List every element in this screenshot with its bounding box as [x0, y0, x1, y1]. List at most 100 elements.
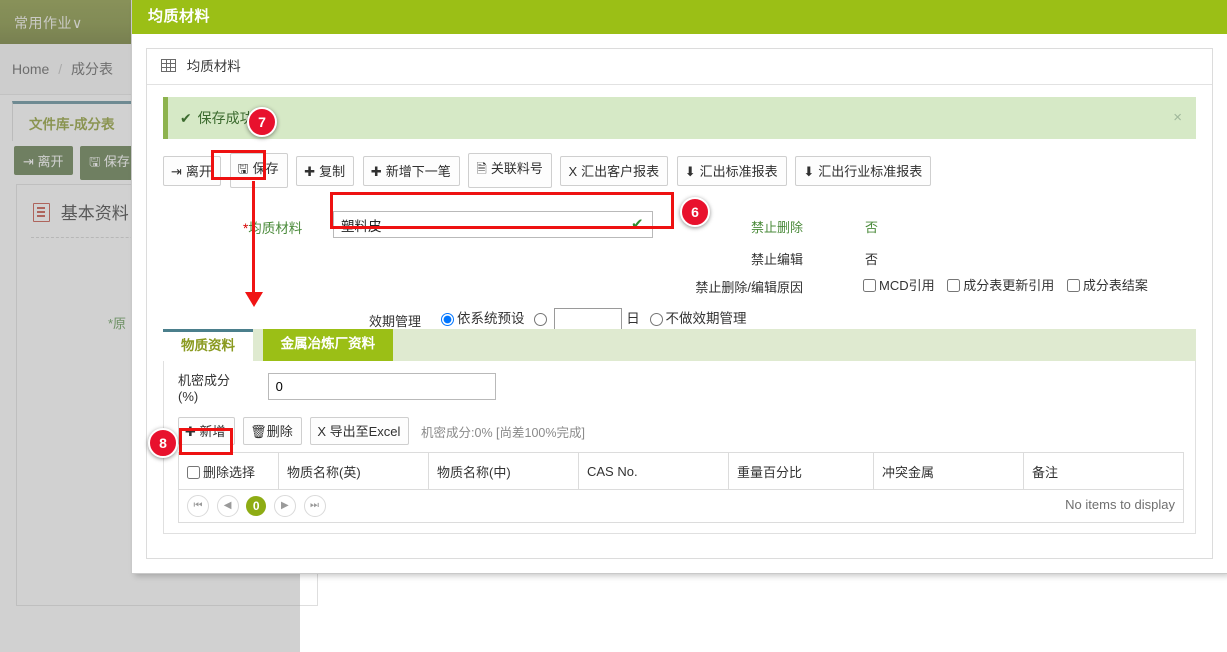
reason-checkbox-mcd[interactable]	[863, 279, 876, 292]
forbid-reason-label: 禁止删除/编辑原因	[695, 280, 803, 295]
table-pager-cell: ⏮ ◀ 0 ▶ ⏭ No items to display	[178, 489, 1184, 523]
tab-smelter-data[interactable]: 金属冶炼厂资料	[262, 329, 394, 361]
column-header-weight-percent[interactable]: 重量百分比	[728, 452, 874, 490]
reason-option-bom-update[interactable]: 成分表更新引用	[947, 278, 1054, 293]
annotation-arrow-head	[245, 292, 263, 307]
pager-next-icon[interactable]: ▶	[273, 495, 296, 517]
reason-label-mcd: MCD引用	[879, 278, 935, 293]
reason-checkbox-bom-closed[interactable]	[1066, 279, 1080, 292]
valid-check-icon: ✔	[631, 216, 644, 233]
column-header-select-label: 删除选择	[203, 464, 256, 480]
document-icon: 🗎	[476, 161, 487, 176]
grid-export-excel-button[interactable]: X 导出至Excel	[310, 417, 410, 445]
copy-button-label: 复制	[319, 163, 346, 179]
add-next-button-label: 新增下一笔	[385, 163, 451, 179]
reason-option-mcd[interactable]: MCD引用	[863, 278, 935, 293]
download-icon: ⬇	[803, 163, 815, 179]
validity-radio-system-default[interactable]	[441, 313, 454, 326]
grid-delete-label: 删除	[266, 424, 293, 439]
add-next-button[interactable]: ✚ 新增下一笔	[362, 155, 460, 186]
validity-radio-custom-days[interactable]	[534, 313, 548, 326]
forbid-delete-label: 禁止删除	[750, 220, 803, 235]
confidential-percent-input[interactable]	[267, 373, 496, 400]
leave-button[interactable]: ⇥ 离开	[163, 155, 221, 186]
grid-add-label: 新增	[199, 424, 226, 439]
export-customer-report-label: 汇出客户报表	[581, 163, 660, 179]
excel-icon: X	[568, 163, 578, 179]
homogeneous-material-modal: 均质材料 均质材料 ✔ 保存成功 × ⇥ 离开 🖫 保存 ✚ 复制 ✚ 新增下一…	[132, 0, 1227, 573]
forbid-edit-value: 否	[865, 252, 879, 267]
grid-delete-button[interactable]: 🗑删除	[243, 417, 302, 445]
save-button[interactable]: 🖫 保存	[229, 153, 288, 188]
link-part-number-button[interactable]: 🗎 关联料号	[468, 153, 552, 188]
table-icon	[161, 59, 176, 72]
tab-panel-substance-data: 机密成分 (%) ✚ 新增 🗑删除	[163, 361, 1196, 534]
reason-label-bom-update: 成分表更新引用	[963, 278, 1055, 293]
reason-option-bom-closed[interactable]: 成分表结案	[1066, 278, 1148, 293]
table-empty-text: No items to display	[1065, 497, 1175, 512]
save-button-label: 保存	[252, 161, 279, 176]
modal-card: 均质材料 ✔ 保存成功 × ⇥ 离开 🖫 保存 ✚ 复制 ✚ 新增下一笔 🗎 关…	[146, 48, 1213, 559]
select-all-checkbox[interactable]	[187, 465, 200, 479]
annotation-arrow-shaft	[252, 181, 255, 294]
confidential-progress-note: 机密成分:0% [尚差100%完成]	[421, 425, 585, 440]
validity-days-input[interactable]	[554, 307, 623, 331]
card-header-title: 均质材料	[186, 59, 241, 74]
save-icon: 🖫	[237, 161, 249, 176]
modal-body: 均质材料 ✔ 保存成功 × ⇥ 离开 🖫 保存 ✚ 复制 ✚ 新增下一笔 🗎 关…	[132, 34, 1227, 559]
reason-checkbox-bom-update[interactable]	[947, 279, 961, 292]
column-header-conflict-metal[interactable]: 冲突金属	[873, 452, 1024, 490]
column-header-cas-no[interactable]: CAS No.	[578, 452, 729, 490]
form-toolbar: ⇥ 离开 🖫 保存 ✚ 复制 ✚ 新增下一笔 🗎 关联料号 X 汇出客户报表 ⬇…	[163, 153, 1196, 188]
pager-last-icon[interactable]: ⏭	[303, 495, 326, 517]
validity-management-options: 依系统预设 日 不做效期管理	[435, 307, 747, 331]
material-name-label-text: 均质材料	[248, 221, 303, 236]
pager-current-page[interactable]: 0	[246, 496, 267, 516]
leave-button-label: 离开	[185, 163, 212, 179]
pager-first-icon[interactable]: ⏮	[187, 495, 209, 517]
confidential-percent-label-line2: (%)	[178, 389, 199, 404]
export-standard-report-label: 汇出标准报表	[699, 163, 778, 179]
column-header-remark[interactable]: 备注	[1023, 452, 1184, 490]
forbid-reason-options: MCD引用 成分表更新引用 成分表结案	[863, 275, 1157, 294]
export-standard-report-button[interactable]: ⬇ 汇出标准报表	[676, 155, 787, 186]
table-pager-row: ⏮ ◀ 0 ▶ ⏭ No items to display	[178, 489, 1184, 523]
check-icon: ✔	[180, 110, 192, 126]
forbid-edit-label: 禁止编辑	[750, 252, 803, 267]
validity-radio-none[interactable]	[649, 313, 663, 326]
close-icon[interactable]: ×	[1173, 97, 1182, 139]
screen-root: 常用作业∨ Home / 成分表 文件库-成分表 ⇥ 离开 🖫 保存 基本资料 …	[0, 0, 1227, 652]
table-header-row: 删除选择 物质名称(英) 物质名称(中) CAS No. 重量百分比 冲突金属 …	[178, 452, 1184, 490]
copy-button[interactable]: ✚ 复制	[296, 155, 355, 186]
success-alert: ✔ 保存成功 ×	[163, 97, 1196, 139]
validity-days-unit: 日	[626, 311, 640, 326]
step-badge-8: 8	[148, 428, 178, 458]
forbid-delete-value: 否	[865, 220, 879, 235]
success-alert-text: 保存成功	[197, 110, 254, 126]
export-industry-report-label: 汇出行业标准报表	[818, 163, 923, 179]
excel-icon: X	[317, 424, 326, 439]
column-header-name-en[interactable]: 物质名称(英)	[278, 452, 429, 490]
card-content: ✔ 保存成功 × ⇥ 离开 🖫 保存 ✚ 复制 ✚ 新增下一笔 🗎 关联料号 X…	[147, 85, 1212, 534]
step-badge-6: 6	[680, 197, 710, 227]
export-customer-report-button[interactable]: X 汇出客户报表	[560, 155, 669, 186]
plus-icon: ✚	[370, 163, 382, 179]
tab-substance-data[interactable]: 物质资料	[163, 329, 253, 361]
column-header-name-cn[interactable]: 物质名称(中)	[428, 452, 579, 490]
confidential-field-row: 机密成分 (%)	[178, 373, 1181, 405]
material-form: *均质材料 ✔ 禁止删除 否 禁止编辑 否 禁止删除/编辑原因 MCD引用 成分…	[163, 203, 1196, 331]
validity-label-system-default: 依系统预设	[457, 311, 525, 326]
download-icon: ⬇	[684, 163, 696, 179]
plus-icon: ✚	[304, 163, 316, 179]
step-badge-7: 7	[247, 107, 277, 137]
column-header-select[interactable]: 删除选择	[178, 452, 279, 490]
export-industry-report-button[interactable]: ⬇ 汇出行业标准报表	[795, 155, 932, 186]
grid-toolbar: ✚ 新增 🗑删除 X 导出至Excel 机密成分:0% [尚差100%完成]	[178, 417, 1181, 445]
material-name-input[interactable]	[333, 211, 653, 238]
confidential-percent-label-line1: 机密成分	[178, 373, 231, 388]
detail-tab-bar: 物质资料 金属冶炼厂资料	[163, 329, 1196, 361]
grid-add-button[interactable]: ✚ 新增	[178, 417, 235, 445]
pager-prev-icon[interactable]: ◀	[216, 495, 239, 517]
grid-export-excel-label: 导出至Excel	[329, 424, 401, 439]
exit-icon: ⇥	[171, 163, 182, 179]
